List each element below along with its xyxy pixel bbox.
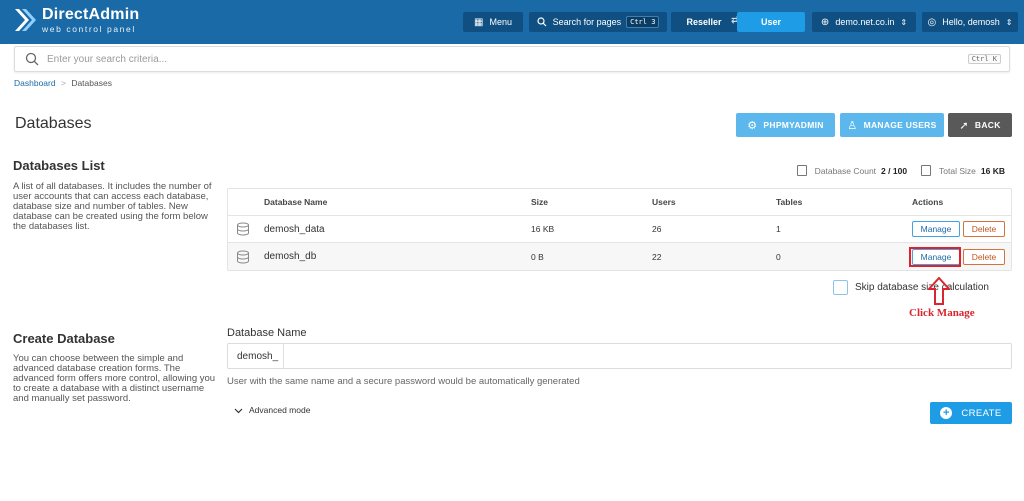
user-icon: ♙ <box>847 119 858 132</box>
global-search[interactable]: Ctrl K <box>14 46 1010 72</box>
menu-button[interactable]: ▦ Menu <box>463 12 523 32</box>
search-pages-label: Search for pages <box>552 17 622 27</box>
globe-icon: ⊕ <box>820 16 830 28</box>
database-icon <box>236 243 250 270</box>
create-button[interactable]: + CREATE <box>930 402 1012 424</box>
column-header-users[interactable]: Users <box>652 189 676 215</box>
back-arrow-icon: ➚ <box>959 119 969 132</box>
breadcrumb-dashboard[interactable]: Dashboard <box>14 78 56 88</box>
advanced-mode-label: Advanced mode <box>249 405 311 415</box>
database-name[interactable]: demosh_data <box>264 216 325 242</box>
row-actions: Manage Delete <box>912 216 1005 242</box>
database-icon <box>236 216 250 242</box>
create-label: CREATE <box>961 407 1002 419</box>
advanced-mode-toggle[interactable]: Advanced mode <box>234 405 310 415</box>
search-icon <box>536 17 547 27</box>
plus-circle-icon: + <box>940 407 953 419</box>
directadmin-logo-icon <box>15 9 36 32</box>
role-switch[interactable]: Reseller ⇄ User <box>671 12 805 32</box>
top-header: DirectAdmin web control panel ▦ Menu Sea… <box>0 0 1024 44</box>
database-size: 0 B <box>531 251 544 262</box>
user-circle-icon: ◎ <box>927 16 937 28</box>
manage-users-label: MANAGE USERS <box>863 120 937 130</box>
manage-highlight-box <box>909 247 961 267</box>
column-header-size[interactable]: Size <box>531 189 548 215</box>
phpmyadmin-button[interactable]: ⚙ PHPMYADMIN <box>736 113 835 137</box>
phpmyadmin-label: PHPMYADMIN <box>763 120 824 130</box>
breadcrumb-separator: > <box>60 78 66 88</box>
gear-icon: ⚙ <box>747 119 758 132</box>
logo-subtitle: web control panel <box>42 24 136 34</box>
grid-icon: ▦ <box>474 16 484 28</box>
shortcut-badge: Ctrl K <box>967 54 1001 64</box>
back-label: BACK <box>974 120 1001 130</box>
table-row: demosh_db 0 B 22 0 Manage Delete <box>228 243 1011 270</box>
annotation-text: Click Manage <box>909 307 975 319</box>
manage-users-button[interactable]: ♙ MANAGE USERS <box>840 113 944 137</box>
chevron-down-icon <box>234 408 243 413</box>
skip-size-checkbox[interactable] <box>833 280 848 295</box>
shortcut-badge: Ctrl 3 <box>626 16 660 28</box>
search-input[interactable] <box>47 51 947 68</box>
table-header-row: Database Name Size Users Tables Actions <box>228 189 1011 216</box>
user-menu[interactable]: ◎ Hello, demosh ⇕ <box>922 12 1018 32</box>
column-header-name[interactable]: Database Name <box>264 189 327 215</box>
database-name-label: Database Name <box>227 327 307 339</box>
logo[interactable]: DirectAdmin web control panel <box>12 7 139 34</box>
database-tables: 0 <box>776 251 781 262</box>
database-count-icon <box>796 165 807 176</box>
domain-select[interactable]: ⊕ demo.net.co.in ⇕ <box>812 12 916 32</box>
breadcrumb-current: Databases <box>71 78 112 88</box>
bar-chart-icon <box>921 165 932 176</box>
database-name-field[interactable]: demosh_ <box>227 343 1012 369</box>
databases-list-description: A list of all databases. It includes the… <box>13 181 212 232</box>
updown-chevron-icon: ⇕ <box>1005 17 1013 27</box>
databases-list-title: Databases List <box>13 158 105 173</box>
skip-size-label: Skip database size calculation <box>855 282 989 293</box>
annotation-up-arrow-icon <box>928 277 950 305</box>
create-database-title: Create Database <box>13 331 115 346</box>
column-header-actions: Actions <box>912 197 944 207</box>
create-database-description: You can choose between the simple and ad… <box>13 353 216 404</box>
updown-chevron-icon: ⇕ <box>900 17 908 27</box>
databases-table: Database Name Size Users Tables Actions … <box>227 188 1012 271</box>
domain-label: demo.net.co.in <box>835 17 895 27</box>
menu-label: Menu <box>489 17 512 27</box>
size-label: Total Size <box>939 165 976 176</box>
table-row: demosh_data 16 KB 26 1 Manage Delete <box>228 216 1011 243</box>
database-size: 16 KB <box>531 224 555 234</box>
database-name-input[interactable] <box>292 348 992 364</box>
skip-size-calculation[interactable]: Skip database size calculation <box>833 280 989 295</box>
database-tables: 1 <box>776 224 781 234</box>
count-label: Database Count <box>814 165 877 176</box>
back-button[interactable]: ➚ BACK <box>948 113 1012 137</box>
manage-button[interactable]: Manage <box>912 221 960 237</box>
role-user[interactable]: User <box>737 12 805 32</box>
search-icon <box>25 52 39 66</box>
page-title: Databases <box>15 115 92 132</box>
database-users: 26 <box>652 224 662 234</box>
delete-button[interactable]: Delete <box>963 221 1005 237</box>
role-reseller[interactable]: Reseller <box>671 12 737 32</box>
database-name-prefix: demosh_ <box>237 344 285 368</box>
search-pages-button[interactable]: Search for pages Ctrl 3 <box>529 12 667 32</box>
database-stats: Database Count 2 / 100 Total Size 16 KB <box>796 165 1005 176</box>
database-name[interactable]: demosh_db <box>264 243 316 270</box>
count-value: 2 / 100 <box>881 165 908 176</box>
size-value: 16 KB <box>980 165 1005 176</box>
database-users: 22 <box>652 251 662 262</box>
logo-title: DirectAdmin <box>42 6 140 23</box>
database-name-hint: User with the same name and a secure pas… <box>227 376 580 387</box>
delete-button[interactable]: Delete <box>963 248 1005 265</box>
greeting-label: Hello, demosh <box>942 17 1000 27</box>
column-header-tables[interactable]: Tables <box>776 189 802 215</box>
breadcrumb: Dashboard > Databases <box>14 78 112 88</box>
